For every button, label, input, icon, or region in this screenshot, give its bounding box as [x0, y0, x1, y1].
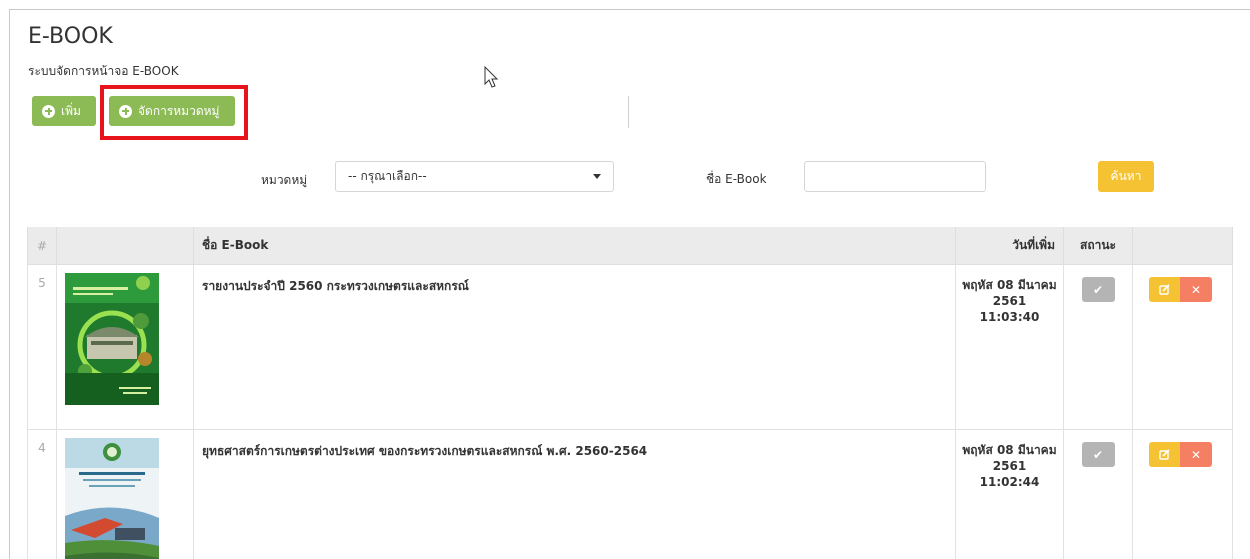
caret-down-icon: [593, 174, 601, 179]
header-action: [1133, 227, 1233, 265]
content-panel: E-BOOK ระบบจัดการหน้าจอ E-BOOK เพิ่ม จัด…: [9, 9, 1250, 559]
category-select-value: -- กรุณาเลือก--: [348, 167, 427, 186]
delete-button[interactable]: ✕: [1180, 277, 1212, 302]
row-number: 4: [28, 430, 57, 559]
status-toggle-button[interactable]: ✔: [1082, 442, 1115, 467]
add-button[interactable]: เพิ่ม: [32, 96, 96, 126]
page-title: E-BOOK: [28, 24, 113, 49]
time-line: 2561 11:02:44: [962, 458, 1057, 490]
action-cell: ✕: [1133, 430, 1233, 559]
date-cell: พฤหัส 08 มีนาคม 2561 11:02:44: [956, 430, 1064, 559]
header-image: [57, 227, 194, 265]
search-button[interactable]: ค้นหา: [1098, 161, 1154, 192]
toolbar-divider: [628, 96, 629, 128]
mouse-cursor-icon: [484, 66, 500, 90]
delete-button[interactable]: ✕: [1180, 442, 1212, 467]
status-cell: ✔: [1064, 265, 1133, 430]
highlight-box: [100, 85, 248, 140]
add-button-label: เพิ่ม: [61, 102, 81, 121]
time-line: 2561 11:03:40: [962, 293, 1057, 325]
edit-icon: [1159, 284, 1170, 295]
header-name: ชื่อ E-Book: [194, 227, 956, 265]
date-line: พฤหัส 08 มีนาคม: [962, 442, 1057, 458]
category-select[interactable]: -- กรุณาเลือก--: [335, 161, 614, 192]
status-cell: ✔: [1064, 430, 1133, 559]
date-line: พฤหัส 08 มีนาคม: [962, 277, 1057, 293]
ebook-cover-image[interactable]: [65, 438, 159, 559]
ebook-cover-image[interactable]: [65, 273, 159, 405]
page-subtitle: ระบบจัดการหน้าจอ E-BOOK: [28, 62, 179, 81]
edit-button[interactable]: [1149, 277, 1180, 302]
action-cell: ✕: [1133, 265, 1233, 430]
table-header-row: # ชื่อ E-Book วันที่เพิ่ม สถานะ: [28, 227, 1233, 265]
check-icon: ✔: [1093, 283, 1103, 297]
row-thumbnail-cell: [57, 265, 194, 430]
date-cell: พฤหัส 08 มีนาคม 2561 11:03:40: [956, 265, 1064, 430]
edit-button[interactable]: [1149, 442, 1180, 467]
name-filter-label: ชื่อ E-Book: [706, 170, 767, 189]
plus-circle-icon: [42, 105, 55, 118]
status-toggle-button[interactable]: ✔: [1082, 277, 1115, 302]
header-status: สถานะ: [1064, 227, 1133, 265]
close-icon: ✕: [1191, 283, 1201, 297]
check-icon: ✔: [1093, 448, 1103, 462]
ebook-name: รายงานประจำปี 2560 กระทรวงเกษตรและสหกรณ์: [194, 265, 956, 430]
category-filter-label: หมวดหมู่: [261, 171, 307, 190]
table-row: 5: [28, 265, 1233, 430]
row-number: 5: [28, 265, 57, 430]
close-icon: ✕: [1191, 448, 1201, 462]
row-thumbnail-cell: [57, 430, 194, 559]
table-row: 4: [28, 430, 1233, 559]
edit-icon: [1159, 449, 1170, 460]
ebook-table: # ชื่อ E-Book วันที่เพิ่ม สถานะ 5: [27, 227, 1233, 559]
ebook-name-input[interactable]: [804, 161, 986, 192]
ebook-name: ยุทธศาสตร์การเกษตรต่างประเทศ ของกระทรวงเ…: [194, 430, 956, 559]
header-date: วันที่เพิ่ม: [956, 227, 1064, 265]
header-num: #: [28, 227, 57, 265]
